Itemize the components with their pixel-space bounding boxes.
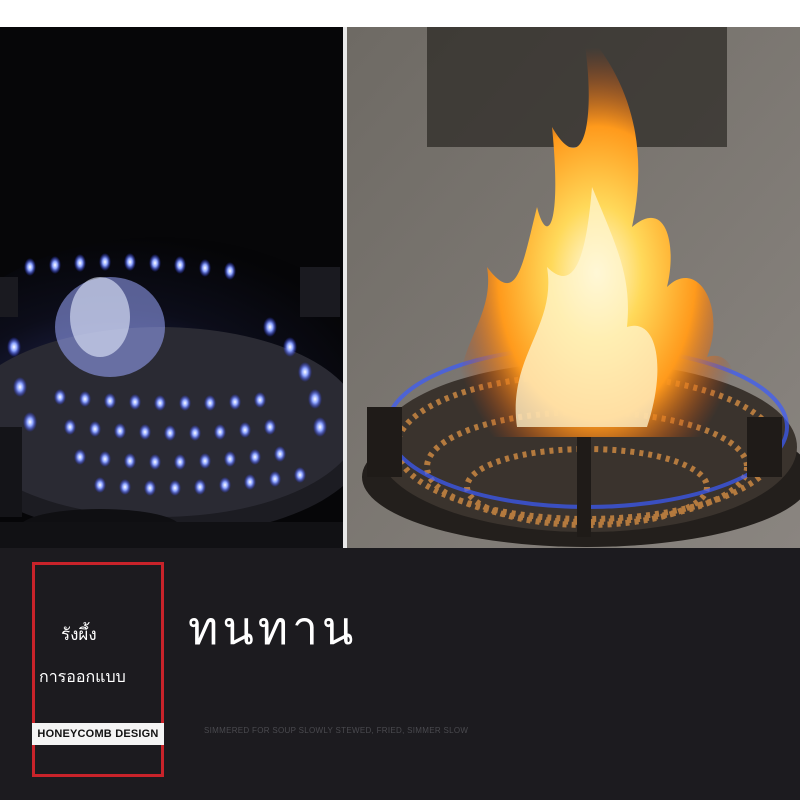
- brand-title-line1: รังผึ้ง: [61, 625, 97, 645]
- top-band: [0, 0, 800, 27]
- orange-flame-burner-icon: [347, 27, 800, 548]
- tagline: SIMMERED FOR SOUP SLOWLY STEWED, FRIED, …: [204, 726, 469, 735]
- brand-title-line2: การออกแบบ: [39, 667, 126, 686]
- brand-box: รังผึ้ง การออกแบบ HONEYCOMB DESIGN: [32, 562, 164, 777]
- product-photo-strip: [0, 27, 800, 548]
- orange-flame-burner-photo: [347, 27, 800, 548]
- blue-flame-burner-icon: [0, 27, 343, 548]
- blue-flame-burner-photo: [0, 27, 343, 548]
- brand-label: HONEYCOMB DESIGN: [32, 723, 164, 745]
- headline: ทนทาน: [188, 601, 358, 655]
